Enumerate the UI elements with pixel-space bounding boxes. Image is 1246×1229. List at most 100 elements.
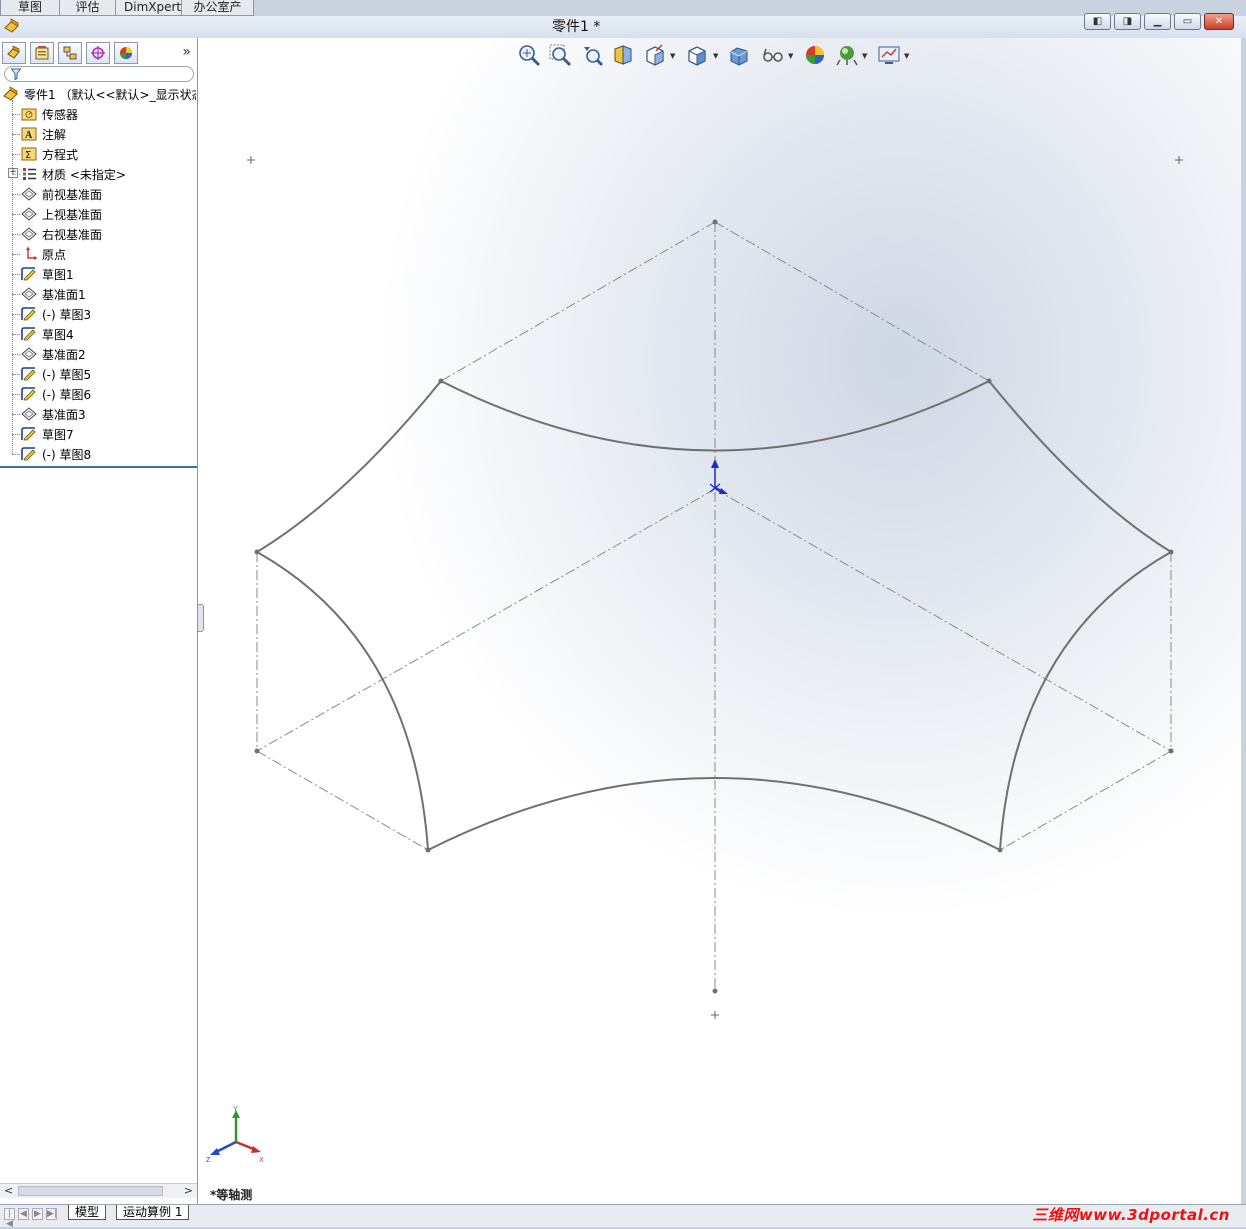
tree-item-label: 基准面3 — [42, 407, 86, 422]
tree-item[interactable]: 传感器 — [20, 104, 78, 124]
material-icon — [20, 166, 38, 182]
tree-item[interactable]: 材质 <未指定> — [20, 164, 126, 184]
tree-item[interactable]: 右视基准面 — [20, 224, 102, 244]
feature-filter[interactable] — [4, 66, 194, 82]
tree-item[interactable]: 基准面2 — [20, 344, 86, 364]
construction-line — [440, 221, 716, 382]
dimxpert-manager-icon — [91, 46, 105, 60]
sketch-curve[interactable] — [256, 380, 442, 553]
close-button[interactable]: ✕ — [1204, 13, 1234, 30]
tree-item[interactable]: 草图4 — [20, 324, 74, 344]
sketch-curve[interactable] — [988, 380, 1172, 553]
tree-item-label: 注解 — [42, 127, 67, 142]
construction-line — [999, 750, 1172, 851]
sketch-icon — [20, 386, 38, 402]
scrollbar-thumb[interactable] — [18, 1186, 163, 1196]
last-tab-arrow-icon[interactable]: ▶| — [46, 1208, 57, 1220]
sketch-icon — [20, 426, 38, 442]
tab-office-products[interactable]: 办公室产品 — [181, 0, 254, 29]
scroll-left-arrow-icon[interactable]: < — [4, 1184, 13, 1197]
prev-tab-arrow-icon[interactable]: ◀ — [18, 1208, 29, 1220]
graphics-area[interactable]: ▼ ▼ ▼ ▼ ▼ Y X Z *等轴测 — [198, 38, 1241, 1204]
sketch-point[interactable] — [712, 219, 718, 225]
dimxpert-manager-tab[interactable] — [86, 42, 110, 64]
tile-right-button[interactable]: ◨ — [1114, 13, 1141, 30]
plane-icon — [20, 186, 38, 202]
tree-item[interactable]: 草图1 — [20, 264, 74, 284]
tree-item[interactable]: 基准面3 — [20, 404, 86, 424]
tab-dimxpert[interactable]: DimXpert — [115, 0, 182, 16]
tree-root-part[interactable]: 零件1 （默认<<默认>_显示状态 — [2, 84, 196, 104]
tab-sketch[interactable]: 草图 — [0, 0, 60, 16]
tab-model[interactable]: 模型 — [68, 1205, 107, 1220]
plane-corner-marker — [1175, 156, 1183, 164]
feature-tree-horizontal-scrollbar[interactable]: < > — [0, 1183, 197, 1198]
scroll-right-arrow-icon[interactable]: > — [184, 1184, 193, 1197]
part-document-icon — [4, 18, 19, 33]
tab-evaluate[interactable]: 评估 — [59, 0, 116, 16]
plane-icon — [20, 206, 38, 222]
construction-line — [256, 750, 429, 851]
tree-item-label: 前视基准面 — [42, 187, 103, 202]
sketch-curve[interactable] — [999, 551, 1172, 851]
plane-icon — [20, 286, 38, 302]
plane-icon — [20, 406, 38, 422]
svg-text:Σ: Σ — [25, 150, 31, 161]
sketch-point[interactable] — [712, 988, 718, 994]
tree-item[interactable]: 基准面1 — [20, 284, 86, 304]
feature-filter-input[interactable] — [23, 68, 183, 80]
tree-item[interactable]: (-) 草图8 — [20, 444, 91, 464]
sketch-point[interactable] — [438, 378, 444, 384]
feature-manager-tab[interactable] — [2, 42, 26, 64]
site-watermark: 三维网www.3dportal.cn — [1032, 1206, 1230, 1224]
restore-button[interactable]: ▭ — [1174, 13, 1201, 30]
construction-line — [256, 488, 716, 752]
tree-item[interactable]: (-) 草图6 — [20, 384, 91, 404]
sketch-curve[interactable] — [256, 551, 429, 851]
tree-item[interactable]: A 注解 — [20, 124, 66, 144]
sheet-tab-bar: |◀ ◀ ▶ ▶| 模型 运动算例 1 三维网www.3dportal.cn — [0, 1204, 1246, 1229]
first-tab-arrow-icon[interactable]: |◀ — [4, 1208, 15, 1229]
more-tabs-chevron-icon[interactable]: » — [182, 44, 191, 60]
sketch-point[interactable] — [425, 847, 431, 853]
property-manager-tab[interactable] — [30, 42, 54, 64]
sketch-point[interactable] — [254, 748, 260, 754]
sketch-curve[interactable] — [427, 777, 1001, 851]
display-manager-icon — [120, 47, 132, 59]
tree-item-label: 草图4 — [42, 327, 74, 342]
tree-item[interactable]: 草图7 — [20, 424, 74, 444]
tab-motion-study-1[interactable]: 运动算例 1 — [116, 1205, 190, 1220]
feature-manager-toolbar: » — [2, 40, 195, 64]
expand-annotations-toggle[interactable]: + — [8, 168, 18, 178]
tree-item[interactable]: Σ 方程式 — [20, 144, 78, 164]
sketch-geometry[interactable] — [198, 38, 1241, 1204]
sketch-point[interactable] — [986, 378, 992, 384]
tree-item[interactable]: 上视基准面 — [20, 204, 102, 224]
next-tab-arrow-icon[interactable]: ▶ — [32, 1208, 43, 1220]
sketch-point[interactable] — [254, 549, 260, 555]
tree-item-label: (-) 草图5 — [42, 367, 92, 382]
tree-item-label: (-) 草图6 — [42, 387, 92, 402]
tree-root-label: 零件1 （默认<<默认>_显示状态 — [24, 87, 196, 102]
origin-icon[interactable] — [709, 459, 728, 494]
document-title-bar: 零件1 * ◧ ◨ ▁ ▭ ✕ — [0, 13, 1246, 39]
sketch-icon — [20, 366, 38, 382]
configuration-manager-tab[interactable] — [58, 42, 82, 64]
command-manager-tabs: 草图 评估 DimXpert 办公室产品 — [0, 0, 254, 29]
plane-icon — [20, 226, 38, 242]
tree-item[interactable]: 前视基准面 — [20, 184, 102, 204]
sketch-icon — [20, 446, 38, 462]
triad-x-label: X — [259, 1157, 264, 1164]
tree-item[interactable]: (-) 草图5 — [20, 364, 91, 384]
sketch-point[interactable] — [1168, 549, 1174, 555]
sketch-point[interactable] — [1168, 748, 1174, 754]
display-manager-tab[interactable] — [114, 42, 138, 64]
tree-item[interactable]: (-) 草图3 — [20, 304, 91, 324]
triad-y-label: Y — [233, 1106, 238, 1113]
tree-item-label: 方程式 — [42, 147, 79, 162]
sketch-point[interactable] — [997, 847, 1003, 853]
tile-left-button[interactable]: ◧ — [1084, 13, 1111, 30]
tree-item-label: 传感器 — [42, 107, 79, 122]
tree-item[interactable]: 原点 — [20, 244, 66, 264]
minimize-button[interactable]: ▁ — [1144, 13, 1171, 30]
